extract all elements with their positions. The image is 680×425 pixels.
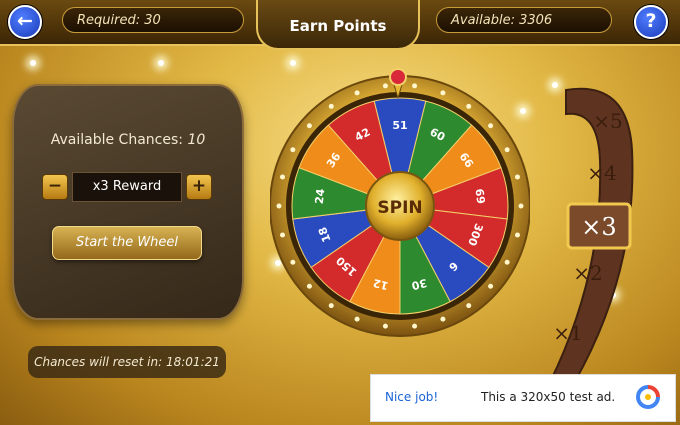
reward-selector: x3 Reward <box>72 172 182 202</box>
reset-timer: Chances will reset in: 18:01:21 <box>28 346 226 378</box>
rim-peg <box>280 174 286 180</box>
wheel-graphic: 51 6066693006301215018243642 SPIN <box>269 75 531 337</box>
wheel-segment-label: 24 <box>313 188 328 205</box>
help-button[interactable]: ? <box>634 5 668 39</box>
rim-peg <box>514 174 520 180</box>
rim-peg <box>504 147 510 153</box>
multiplier-label: ×4 <box>587 161 616 185</box>
chances-count: 10 <box>187 132 206 148</box>
rim-peg <box>290 147 296 153</box>
chances-panel: Available Chances: 10 − x3 Reward + Star… <box>12 84 244 320</box>
multiplier-track: ×5 ×4 ×2 ×1 ×3 <box>540 87 634 402</box>
rim-peg <box>382 323 388 329</box>
rim-peg <box>276 203 282 209</box>
back-arrow-icon: ← <box>17 10 33 32</box>
rim-peg <box>440 316 446 322</box>
rim-peg <box>466 103 472 109</box>
rim-peg <box>280 232 286 238</box>
start-wheel-button[interactable]: Start the Wheel <box>52 226 202 260</box>
rim-peg <box>354 90 360 96</box>
rim-peg <box>488 123 494 129</box>
wheel-segment-label: 69 <box>473 188 488 205</box>
multiplier-label: ×5 <box>593 109 622 133</box>
rim-peg <box>354 316 360 322</box>
available-points: Available: 3306 <box>436 7 612 33</box>
sparkle <box>30 60 36 66</box>
sparkle <box>290 60 296 66</box>
ad-nice-text: Nice job! <box>385 390 439 404</box>
rim-peg <box>466 303 472 309</box>
wheel-pointer-icon <box>389 68 407 98</box>
required-points: Required: 30 <box>62 7 244 33</box>
rim-peg <box>328 303 334 309</box>
rim-peg <box>328 103 334 109</box>
rim-peg <box>440 90 446 96</box>
spin-label[interactable]: SPIN <box>377 198 422 218</box>
ad-logo-icon <box>636 385 660 409</box>
decrease-reward-button[interactable]: − <box>42 174 68 200</box>
spin-wheel: 51 60 66 69 300 6 30 12 150 18 24 36 42 SPIN <box>269 70 531 340</box>
wheel-segment-label: 51 <box>392 119 407 132</box>
rim-peg <box>306 283 312 289</box>
rim-peg <box>504 259 510 265</box>
rim-peg <box>306 123 312 129</box>
rim-peg <box>412 323 418 329</box>
multiplier-label: ×1 <box>553 321 582 345</box>
ad-banner[interactable]: Nice job! This a 320x50 test ad. <box>370 374 676 422</box>
page-title: Earn Points <box>256 0 420 50</box>
available-chances: Available Chances: 10 <box>14 132 242 148</box>
chances-label-text: Available Chances: <box>50 132 183 148</box>
ad-body-text: This a 320x50 test ad. <box>481 390 616 404</box>
back-button[interactable]: ← <box>8 5 42 39</box>
multiplier-selected: ×3 <box>581 213 616 241</box>
multiplier-label: ×2 <box>573 261 602 285</box>
rim-peg <box>514 232 520 238</box>
sparkle <box>158 60 164 66</box>
rim-peg <box>412 83 418 89</box>
rim-peg <box>488 283 494 289</box>
rim-peg <box>290 259 296 265</box>
help-icon: ? <box>645 10 657 32</box>
increase-reward-button[interactable]: + <box>186 174 212 200</box>
rim-peg <box>518 203 524 209</box>
